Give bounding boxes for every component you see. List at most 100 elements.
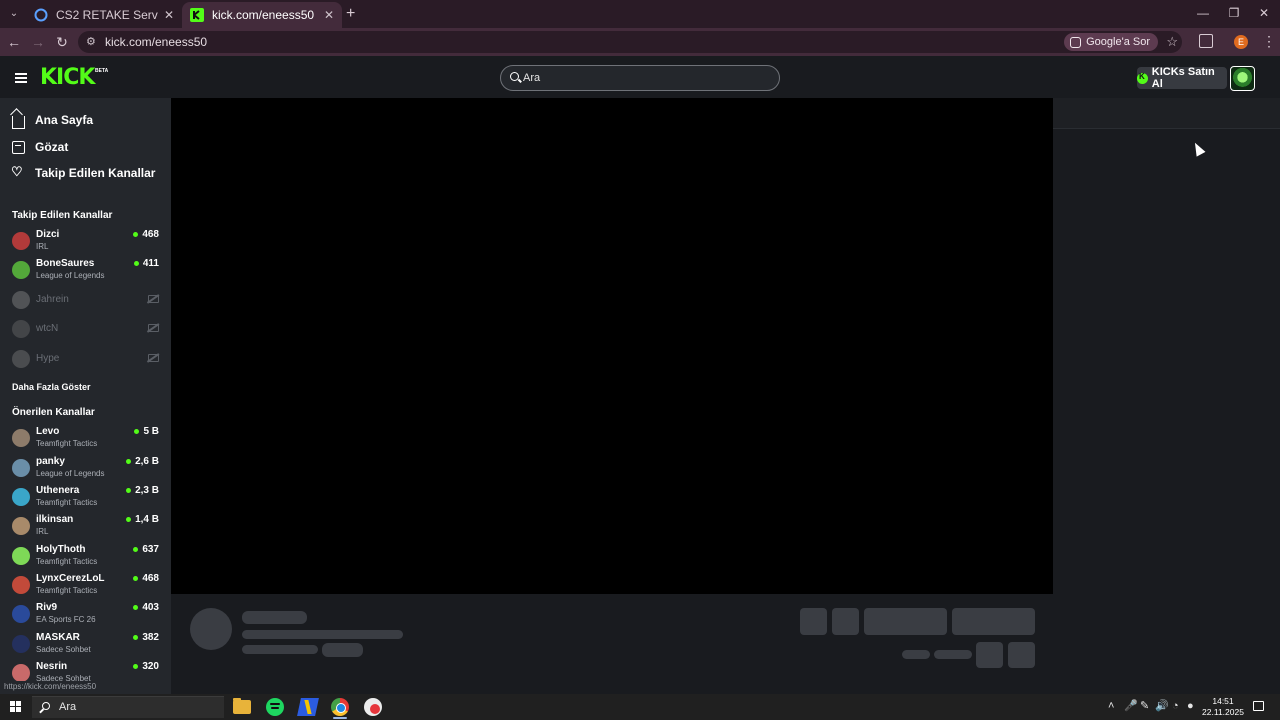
more-button-placeholder: [1008, 642, 1035, 668]
kicks-coin-icon: [1137, 72, 1148, 84]
clock-time: 14:51: [1212, 696, 1234, 706]
live-dot-icon: [126, 488, 132, 493]
site-info-icon[interactable]: ⚙: [86, 35, 100, 49]
viewer-count: 2,6 B: [126, 456, 159, 467]
riot-client-icon[interactable]: [364, 698, 382, 716]
recommended-channel-levo[interactable]: Levo Teamfight Tactics 5 B: [12, 426, 161, 452]
recommended-channel-ilkinsan[interactable]: ilkinsan IRL 1,4 B: [12, 514, 161, 540]
extensions-icon[interactable]: [1199, 34, 1213, 48]
user-avatar[interactable]: [1230, 66, 1255, 91]
recommended-channel-riv9[interactable]: Riv9 EA Sports FC 26 403: [12, 602, 161, 628]
live-dot-icon: [133, 547, 139, 552]
heart-icon: [11, 164, 25, 180]
close-tab-icon[interactable]: ✕: [164, 8, 174, 22]
nav-home[interactable]: Ana Sayfa: [12, 113, 94, 129]
taskbar-search-placeholder[interactable]: Ara: [59, 701, 76, 713]
minimize-icon[interactable]: —: [1196, 6, 1210, 20]
channel-name: wtcN: [36, 323, 59, 334]
search-input[interactable]: [523, 70, 763, 86]
follow-button-placeholder: [864, 608, 947, 635]
viewer-count: 468: [133, 229, 159, 240]
stream-title-placeholder: [242, 630, 403, 639]
subscribe-button-placeholder: [952, 608, 1035, 635]
volume-icon[interactable]: 🔊: [1155, 700, 1169, 712]
taskbar-clock[interactable]: 14:51 22.11.2025: [1198, 696, 1248, 718]
followed-channel-jahrein[interactable]: Jahrein: [12, 288, 161, 314]
channel-avatar: [12, 547, 30, 565]
recommended-channel-holythoth[interactable]: HolyThoth Teamfight Tactics 637: [12, 544, 161, 570]
bookmark-star-icon[interactable]: ☆: [1166, 34, 1178, 50]
forward-icon[interactable]: →: [30, 34, 46, 50]
channel-avatar: [12, 488, 30, 506]
channel-name: Uthenera: [36, 485, 80, 496]
tab-title: kick.com/eneess50: [212, 8, 315, 22]
viewer-count: 5 B: [134, 426, 159, 437]
windows-start-icon[interactable]: [10, 701, 21, 712]
action-button-placeholder: [832, 608, 859, 635]
recommended-channel-panky[interactable]: panky League of Legends 2,6 B: [12, 456, 161, 482]
chrome-icon[interactable]: [331, 698, 349, 716]
channel-name: Jahrein: [36, 294, 69, 305]
channel-category: Teamfight Tactics: [36, 557, 98, 566]
google-lens-label: Google'a Sor: [1086, 36, 1150, 48]
recommended-channel-maskar[interactable]: MASKAR Sadece Sohbet 382: [12, 632, 161, 658]
close-tab-icon[interactable]: ✕: [324, 8, 334, 22]
followed-channel-hype[interactable]: Hype: [12, 347, 161, 373]
live-dot-icon: [133, 261, 139, 266]
viewer-count: 637: [133, 544, 159, 555]
back-icon[interactable]: ←: [6, 34, 22, 50]
microphone-icon[interactable]: 🎤: [1124, 700, 1138, 712]
video-player[interactable]: [171, 98, 1053, 594]
nav-browse[interactable]: Gözat: [12, 140, 68, 154]
pen-icon[interactable]: ✎: [1140, 700, 1149, 712]
browser-tab-inactive[interactable]: CS2 RETAKE Servers – CYBERSH ✕: [26, 2, 182, 28]
wifi-icon[interactable]: ◔: [1172, 700, 1179, 712]
show-more-link[interactable]: Daha Fazla Göster: [12, 382, 91, 392]
viewer-count-placeholder: [902, 650, 930, 659]
close-window-icon[interactable]: ✕: [1257, 6, 1271, 20]
google-lens-button[interactable]: Google'a Sor: [1064, 33, 1158, 51]
address-url[interactable]: kick.com/eneess50: [105, 35, 207, 49]
browse-icon: [12, 140, 25, 154]
followed-channel-wtcn[interactable]: wtcN: [12, 317, 161, 343]
live-dot-icon: [133, 605, 139, 610]
offline-icon: [148, 295, 159, 303]
app-launcher-icon[interactable]: [297, 698, 319, 716]
channel-avatar: [12, 635, 30, 653]
address-bar[interactable]: ⚙ kick.com/eneess50 Google'a Sor ☆: [78, 31, 1182, 53]
reload-icon[interactable]: ↻: [54, 34, 70, 50]
recommended-channel-uthenera[interactable]: Uthenera Teamfight Tactics 2,3 B: [12, 485, 161, 511]
spotify-icon[interactable]: [266, 698, 284, 716]
kick-logo[interactable]: KICK: [40, 66, 95, 90]
new-tab-icon[interactable]: +: [346, 5, 355, 23]
channel-avatar: [12, 576, 30, 594]
tray-overflow-icon[interactable]: ˄: [1108, 700, 1114, 712]
channel-avatar: [12, 320, 30, 338]
channel-category: Teamfight Tactics: [36, 586, 98, 595]
file-explorer-icon[interactable]: [233, 698, 251, 714]
nav-following-label: Takip Edilen Kanallar: [35, 166, 156, 180]
notification-center-icon[interactable]: [1253, 701, 1264, 711]
profile-avatar[interactable]: E: [1234, 35, 1248, 49]
steam-icon[interactable]: ●: [1187, 700, 1194, 712]
nav-home-label: Ana Sayfa: [35, 113, 94, 127]
clock-date: 22.11.2025: [1202, 707, 1244, 717]
beta-badge: BETA: [95, 68, 109, 74]
nav-following[interactable]: Takip Edilen Kanallar: [11, 164, 156, 181]
tab-search-icon[interactable]: ⌄: [6, 6, 22, 22]
browser-menu-icon[interactable]: ⋮: [1262, 33, 1276, 50]
browser-tab-active[interactable]: kick.com/eneess50 ✕: [182, 2, 342, 28]
restore-icon[interactable]: ❐: [1227, 6, 1241, 20]
viewer-count: 468: [133, 573, 159, 584]
followed-channel-bonesaures[interactable]: BoneSaures League of Legends 411: [12, 258, 161, 284]
menu-hamburger-icon[interactable]: [15, 73, 27, 83]
channel-name: ilkinsan: [36, 514, 74, 525]
browser-toolbar: ← → ↻ ⚙ kick.com/eneess50 Google'a Sor ☆: [0, 28, 1280, 56]
active-app-indicator: [333, 717, 347, 719]
followed-channel-dizci[interactable]: Dizci IRL 468: [12, 229, 161, 255]
home-icon: [12, 115, 25, 129]
channel-avatar: [12, 291, 30, 309]
live-dot-icon: [133, 635, 139, 640]
buy-kicks-button[interactable]: KICKs Satın Al: [1137, 66, 1227, 90]
recommended-channel-lynxcerezlol[interactable]: LynxCerezLoL Teamfight Tactics 468: [12, 573, 161, 599]
